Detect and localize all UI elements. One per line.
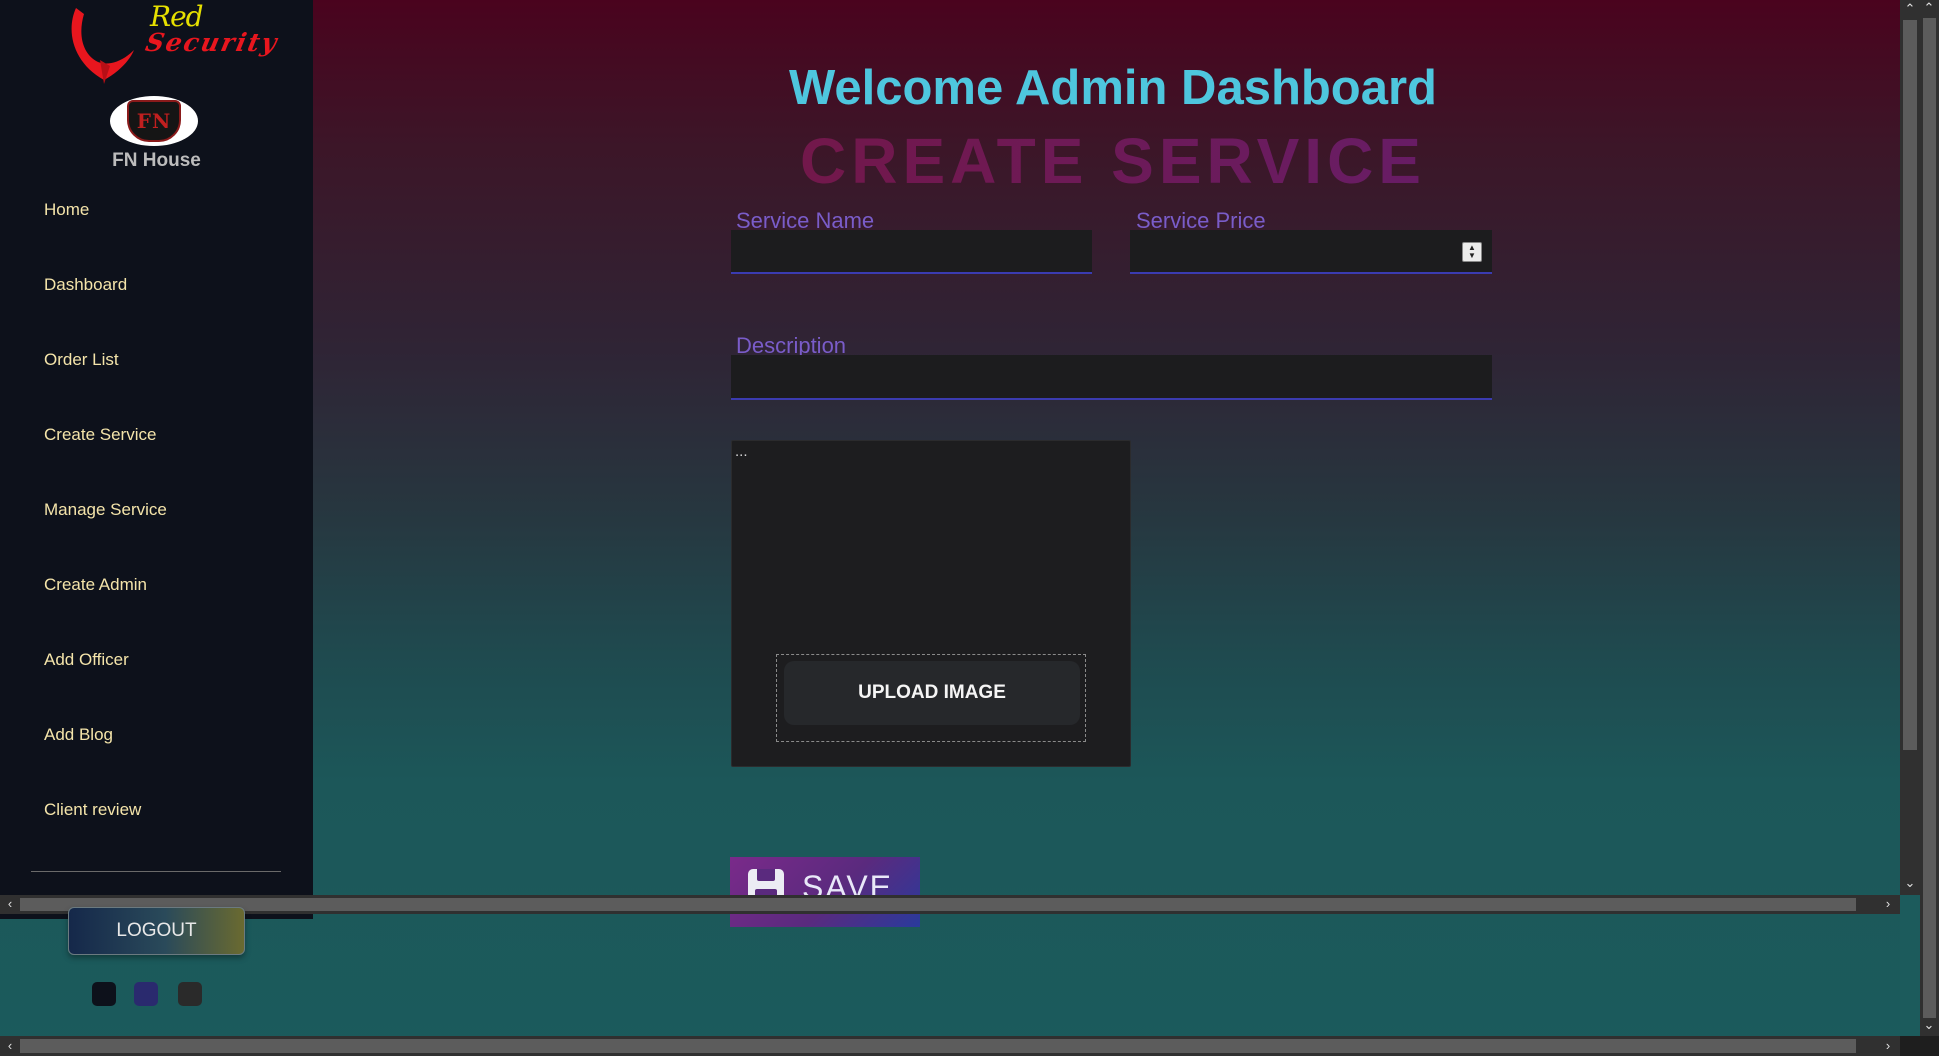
org-badge: FN bbox=[110, 96, 198, 146]
frame-horizontal-scroll-thumb[interactable] bbox=[20, 898, 1856, 911]
upload-dropzone[interactable]: UPLOAD IMAGE bbox=[776, 654, 1086, 742]
theme-swatch-dark[interactable] bbox=[92, 982, 116, 1006]
sidebar: Red Security FN FN House Home Dashboard … bbox=[0, 0, 313, 919]
org-name: FN House bbox=[112, 150, 201, 171]
page-horizontal-scrollbar[interactable]: ‹ › bbox=[0, 1036, 1939, 1056]
sidebar-item-home[interactable]: Home bbox=[0, 188, 313, 263]
frame-horizontal-scrollbar[interactable]: ‹ › bbox=[0, 895, 1900, 914]
service-name-field[interactable] bbox=[731, 230, 1092, 274]
scrollbar-corner bbox=[1900, 1036, 1939, 1056]
page-scroll-right-arrow-icon[interactable]: › bbox=[1880, 1039, 1896, 1053]
sidebar-item-manage-service[interactable]: Manage Service bbox=[0, 488, 313, 563]
number-spinner-icon[interactable]: ▲ ▼ bbox=[1462, 242, 1482, 262]
page-title: CREATE SERVICE bbox=[313, 124, 1913, 198]
sidebar-item-create-service[interactable]: Create Service bbox=[0, 413, 313, 488]
image-upload-panel: ... UPLOAD IMAGE bbox=[731, 440, 1131, 767]
logout-button[interactable]: LOGOUT bbox=[68, 907, 245, 955]
page-scroll-up-arrow-icon[interactable]: ⌃ bbox=[1921, 1, 1937, 15]
page-vertical-scrollbar[interactable]: ⌃ ⌄ bbox=[1900, 0, 1939, 1036]
save-button[interactable]: SAVE bbox=[730, 857, 920, 927]
sidebar-item-order-list[interactable]: Order List bbox=[0, 338, 313, 413]
page-vertical-scroll-thumb[interactable] bbox=[1923, 18, 1936, 1018]
sidebar-divider bbox=[31, 871, 281, 872]
shield-icon: FN bbox=[127, 100, 181, 142]
brand-logo[interactable]: Red Security bbox=[64, 0, 281, 92]
image-preview-placeholder: ... bbox=[735, 443, 748, 460]
theme-swatch-indigo[interactable] bbox=[134, 982, 158, 1006]
logo-bottom-text: Security bbox=[142, 28, 282, 57]
sidebar-item-client-review[interactable]: Client review bbox=[0, 788, 313, 863]
theme-swatch-gray[interactable] bbox=[178, 982, 202, 1006]
page-scroll-down-arrow-icon[interactable]: ⌄ bbox=[1921, 1018, 1937, 1032]
description-field[interactable] bbox=[731, 355, 1492, 400]
sidebar-item-add-officer[interactable]: Add Officer bbox=[0, 638, 313, 713]
welcome-heading: Welcome Admin Dashboard bbox=[788, 61, 1437, 115]
service-price-field[interactable]: ▲ ▼ bbox=[1130, 230, 1492, 274]
page-horizontal-scroll-thumb[interactable] bbox=[20, 1039, 1856, 1053]
sidebar-nav: Home Dashboard Order List Create Service… bbox=[0, 188, 313, 863]
scroll-right-arrow-icon[interactable]: › bbox=[1880, 897, 1896, 911]
sidebar-item-add-blog[interactable]: Add Blog bbox=[0, 713, 313, 788]
upload-image-button[interactable]: UPLOAD IMAGE bbox=[784, 661, 1080, 725]
page-scroll-left-arrow-icon[interactable]: ‹ bbox=[2, 1039, 18, 1053]
sidebar-item-create-admin[interactable]: Create Admin bbox=[0, 563, 313, 638]
sidebar-item-dashboard[interactable]: Dashboard bbox=[0, 263, 313, 338]
scroll-left-arrow-icon[interactable]: ‹ bbox=[2, 897, 18, 911]
